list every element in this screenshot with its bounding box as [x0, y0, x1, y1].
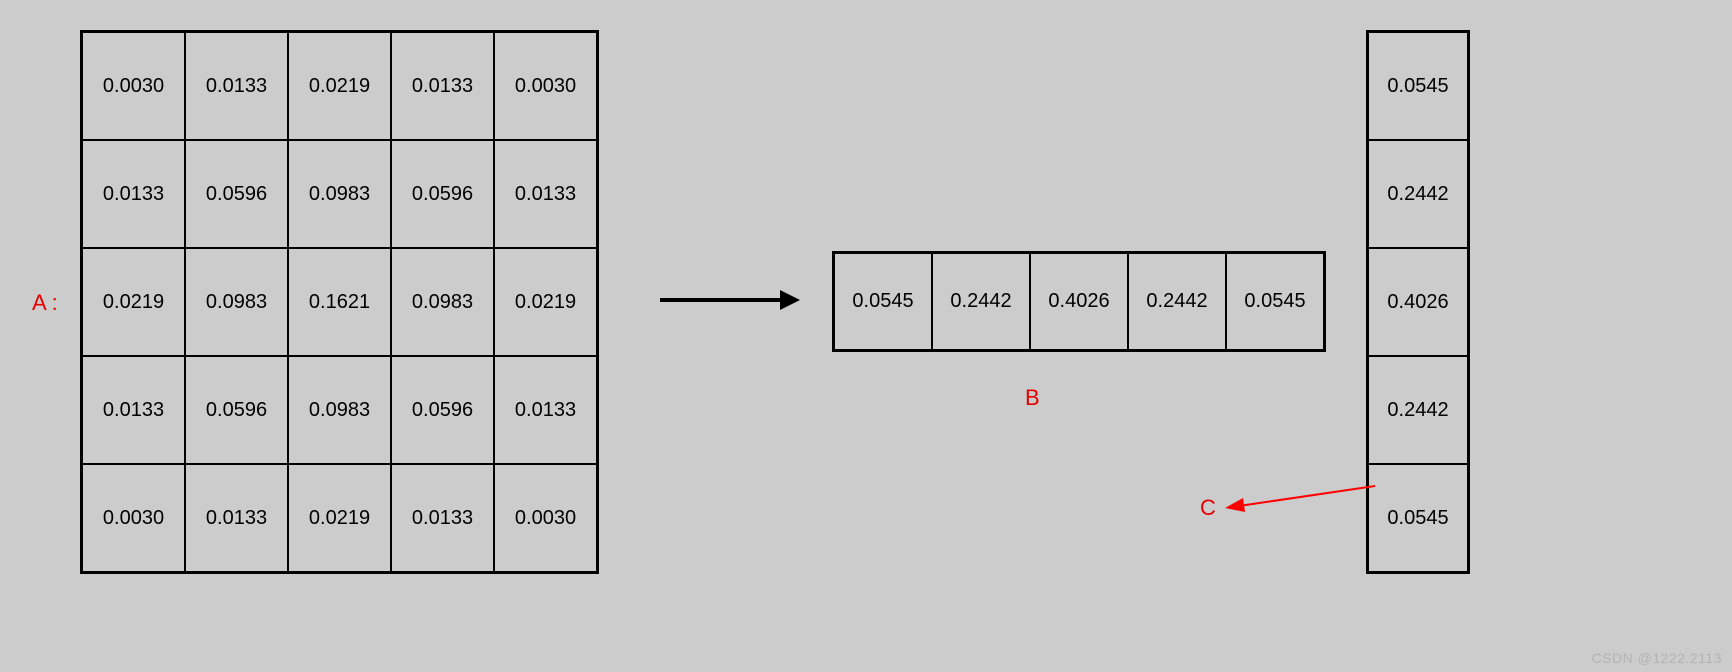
matrix-a-cell: 0.0983: [185, 248, 288, 356]
vector-c: 0.0545 0.2442 0.4026 0.2442 0.0545: [1366, 30, 1470, 574]
matrix-a-cell: 0.0133: [82, 140, 185, 248]
vector-b-cell: 0.2442: [932, 253, 1030, 350]
matrix-a-cell: 0.0133: [391, 32, 494, 140]
matrix-a-cell: 0.0030: [494, 32, 597, 140]
label-c: C: [1200, 495, 1216, 521]
matrix-a-cell: 0.0030: [494, 464, 597, 572]
matrix-a-cell: 0.0219: [288, 32, 391, 140]
vector-b-cell: 0.0545: [1226, 253, 1324, 350]
matrix-a-cell: 0.0030: [82, 32, 185, 140]
matrix-a-cell: 0.1621: [288, 248, 391, 356]
matrix-a-cell: 0.0133: [185, 464, 288, 572]
matrix-a-cell: 0.0133: [494, 140, 597, 248]
vector-c-cell: 0.2442: [1368, 356, 1468, 464]
vector-c-cell: 0.0545: [1368, 464, 1468, 572]
arrow-left-red-icon: [1225, 480, 1377, 520]
matrix-a-cell: 0.0983: [288, 356, 391, 464]
arrow-right-icon: [660, 290, 800, 310]
vector-b-cell: 0.4026: [1030, 253, 1128, 350]
matrix-a-cell: 0.0596: [391, 356, 494, 464]
matrix-a-cell: 0.0133: [82, 356, 185, 464]
matrix-a-cell: 0.0030: [82, 464, 185, 572]
label-b: B: [1025, 385, 1040, 411]
label-a: A :: [32, 290, 58, 316]
matrix-a-cell: 0.0133: [494, 356, 597, 464]
matrix-a-cell: 0.0983: [288, 140, 391, 248]
vector-b-cell: 0.2442: [1128, 253, 1226, 350]
matrix-a-cell: 0.0596: [185, 140, 288, 248]
matrix-a-cell: 0.0219: [288, 464, 391, 572]
matrix-a-cell: 0.0219: [494, 248, 597, 356]
vector-c-cell: 0.2442: [1368, 140, 1468, 248]
vector-c-cell: 0.4026: [1368, 248, 1468, 356]
matrix-a-cell: 0.0596: [391, 140, 494, 248]
matrix-a-cell: 0.0133: [391, 464, 494, 572]
watermark: CSDN @1222.2113: [1592, 650, 1722, 666]
matrix-a-cell: 0.0983: [391, 248, 494, 356]
vector-b: 0.0545 0.2442 0.4026 0.2442 0.0545: [832, 251, 1326, 352]
matrix-a: 0.0030 0.0133 0.0219 0.0133 0.0030 0.013…: [80, 30, 599, 574]
matrix-a-cell: 0.0219: [82, 248, 185, 356]
matrix-a-cell: 0.0596: [185, 356, 288, 464]
matrix-a-cell: 0.0133: [185, 32, 288, 140]
diagram-canvas: A : 0.0030 0.0133 0.0219 0.0133 0.0030 0…: [0, 0, 1732, 672]
vector-b-cell: 0.0545: [834, 253, 932, 350]
vector-c-cell: 0.0545: [1368, 32, 1468, 140]
